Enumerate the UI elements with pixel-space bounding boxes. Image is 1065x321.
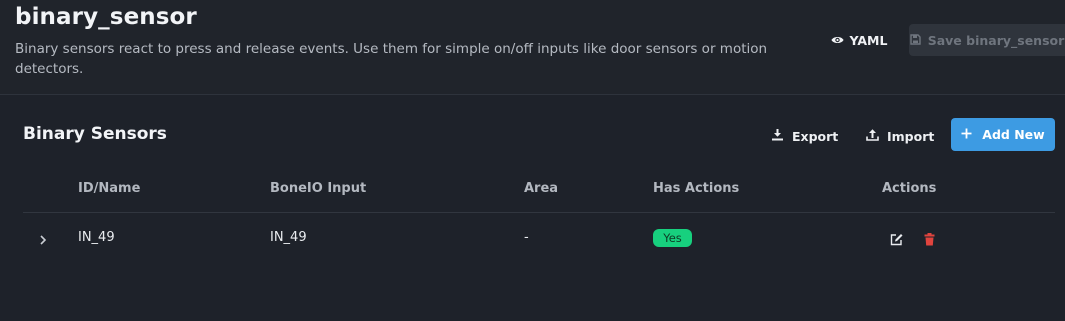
export-button[interactable]: Export [771,121,838,151]
cell-id-name: IN_49 [78,230,115,245]
add-new-button-label: Add New [982,127,1045,142]
column-header-area: Area [524,181,559,196]
section-title: Binary Sensors [23,124,167,144]
page-description: Binary sensors react to press and releas… [15,41,768,77]
page-header: binary_sensor Binary sensors react to pr… [0,0,1065,95]
download-icon [771,128,784,144]
column-header-has-actions: Has Actions [653,181,740,196]
cell-boneio-input: IN_49 [270,230,307,245]
table-row[interactable]: IN_49 IN_49 - Yes [23,214,1055,262]
table-header: ID/Name BoneIO Input Area Has Actions Ac… [23,170,1055,213]
page-title: binary_sensor [15,4,197,30]
has-actions-badge: Yes [653,229,692,247]
plus-icon [961,127,972,142]
yaml-button[interactable]: YAML [826,26,892,54]
upload-icon [866,128,879,144]
import-button-label: Import [887,128,935,144]
save-button[interactable]: Save binary_sensor [909,24,1065,56]
column-header-id-name: ID/Name [78,181,141,196]
add-new-button[interactable]: Add New [951,118,1055,151]
yaml-button-label: YAML [849,32,888,48]
column-header-boneio-input: BoneIO Input [270,181,367,196]
import-button[interactable]: Import [866,121,934,151]
save-button-label: Save binary_sensor [927,32,1065,48]
trash-icon[interactable] [924,231,935,246]
chevron-right-icon[interactable] [38,231,48,245]
column-header-actions: Actions [882,181,937,196]
edit-icon[interactable] [890,231,903,246]
eye-icon [831,33,844,48]
cell-area: - [524,230,529,245]
save-icon [910,33,921,48]
export-button-label: Export [792,128,839,144]
